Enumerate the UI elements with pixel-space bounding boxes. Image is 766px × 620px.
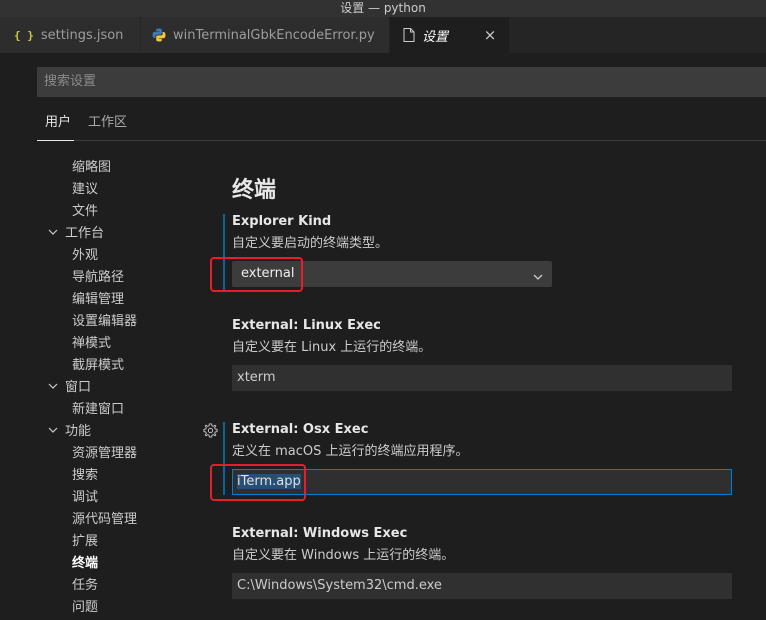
- toc-label: 外观: [72, 248, 99, 263]
- setting-description: 自定义要在 Linux 上运行的终端。: [232, 340, 432, 355]
- toc-item[interactable]: 截屏模式: [72, 357, 124, 375]
- toc-label: 设置编辑器: [72, 314, 138, 329]
- section-title: 终端: [232, 178, 277, 203]
- toc-label: 截屏模式: [72, 358, 125, 373]
- toc-item[interactable]: 新建窗口: [72, 401, 124, 419]
- toc-item[interactable]: 扩展: [72, 533, 98, 551]
- highlight-box-explorer-kind: [210, 257, 303, 292]
- setting-description: 定义在 macOS 上运行的终端应用程序。: [232, 444, 469, 459]
- setting-title: Explorer Kind: [232, 213, 732, 231]
- setting-name: Windows Exec: [302, 526, 408, 541]
- chevron-down-icon: [532, 267, 544, 293]
- tab-label: 设置: [422, 29, 449, 45]
- toc-item[interactable]: 编辑管理: [72, 291, 124, 309]
- toc-label: 文件: [72, 204, 99, 219]
- setting-description: 自定义要在 Windows 上运行的终端。: [232, 548, 455, 563]
- toc-label: 搜索: [72, 468, 99, 483]
- setting-name: Explorer Kind: [232, 214, 332, 229]
- toc-label: 窗口: [65, 380, 92, 395]
- toc-item[interactable]: 外观: [72, 247, 98, 265]
- toc-item[interactable]: 文件: [72, 203, 98, 221]
- setting-description: 自定义要启动的终端类型。: [232, 236, 389, 251]
- editor-tab-bar: { } settings.json winTerminalGbkEncodeEr…: [0, 17, 766, 53]
- toc-item[interactable]: 调试: [72, 489, 98, 507]
- setting-title: External: Linux Exec: [232, 317, 732, 335]
- tab-settings[interactable]: 设置 ×: [390, 17, 510, 53]
- chevron-down-icon: [48, 225, 62, 243]
- setting-title: External: Windows Exec: [232, 525, 732, 543]
- windows-exec-input[interactable]: C:\Windows\System32\cmd.exe: [232, 573, 732, 599]
- setting-windows-exec: External: Windows Exec 自定义要在 Windows 上运行…: [232, 525, 732, 565]
- python-icon: [152, 28, 166, 42]
- setting-linux-exec: External: Linux Exec 自定义要在 Linux 上运行的终端。: [232, 317, 732, 357]
- toc-item[interactable]: 缩略图: [72, 159, 111, 177]
- tab-workspace[interactable]: 工作区: [88, 108, 127, 141]
- toc-item[interactable]: 资源管理器: [72, 445, 137, 463]
- toc-label: 禅模式: [72, 336, 112, 351]
- toc-label: 源代码管理: [72, 512, 138, 527]
- toc-item[interactable]: 搜索: [72, 467, 98, 485]
- setting-category: External:: [232, 422, 303, 437]
- toc-label: 导航路径: [72, 270, 125, 285]
- toc-item[interactable]: 任务: [72, 577, 98, 595]
- toc-item[interactable]: 导航路径: [72, 269, 124, 287]
- setting-name: Osx Exec: [302, 422, 369, 437]
- toc-item[interactable]: 源代码管理: [72, 511, 137, 529]
- toc-label: 调试: [72, 490, 99, 505]
- setting-category: External:: [232, 318, 303, 333]
- chevron-down-icon: [48, 379, 62, 397]
- json-icon: { }: [14, 28, 34, 42]
- gear-icon[interactable]: [203, 423, 218, 438]
- setting-osx-exec: External: Osx Exec 定义在 macOS 上运行的终端应用程序。: [232, 421, 732, 461]
- toc-item-active[interactable]: 终端: [72, 555, 98, 573]
- toc-label: 新建窗口: [72, 402, 125, 417]
- toc-label: 资源管理器: [72, 446, 138, 461]
- tab-label: winTerminalGbkEncodeError.py: [173, 27, 375, 43]
- toc-item[interactable]: 功能: [48, 423, 91, 441]
- window-title: 设置 — python: [0, 0, 766, 17]
- toc-item[interactable]: 问题: [72, 599, 98, 617]
- tab-python-file[interactable]: winTerminalGbkEncodeError.py: [141, 17, 390, 53]
- toc-item[interactable]: 工作台: [48, 225, 104, 243]
- toc-label: 建议: [72, 182, 99, 197]
- setting-explorer-kind: Explorer Kind 自定义要启动的终端类型。: [232, 213, 732, 253]
- setting-name: Linux Exec: [302, 318, 381, 333]
- linux-exec-input[interactable]: xterm: [232, 365, 732, 391]
- toc-label: 任务: [72, 578, 99, 593]
- osx-exec-input[interactable]: iTerm.app: [232, 469, 732, 495]
- tab-user[interactable]: 用户: [37, 108, 74, 141]
- settings-scope-tabs: 用户 工作区: [37, 108, 766, 141]
- close-icon[interactable]: ×: [481, 26, 499, 44]
- setting-title: External: Osx Exec: [232, 421, 732, 439]
- toc-label: 终端: [72, 556, 99, 571]
- toc-label: 功能: [65, 424, 92, 439]
- toc-label: 扩展: [72, 534, 99, 549]
- toc-label: 缩略图: [72, 160, 112, 175]
- settings-search-input[interactable]: 搜索设置: [37, 67, 766, 97]
- toc-item[interactable]: 禅模式: [72, 335, 111, 353]
- tab-settings-json[interactable]: { } settings.json: [0, 17, 141, 53]
- setting-category: External:: [232, 526, 303, 541]
- chevron-down-icon: [48, 423, 62, 441]
- toc-item[interactable]: 建议: [72, 181, 98, 199]
- highlight-box-osx-exec: [210, 464, 306, 501]
- toc-item[interactable]: 窗口: [48, 379, 91, 397]
- toc-label: 编辑管理: [72, 292, 125, 307]
- settings-toc: 缩略图 建议 文件 工作台 外观 导航路径 编辑管理 设置编辑器 禅模式 截屏模…: [0, 156, 200, 620]
- toc-label: 问题: [72, 600, 99, 615]
- toc-label: 工作台: [65, 226, 105, 241]
- file-icon: [403, 28, 415, 42]
- toc-item[interactable]: 设置编辑器: [72, 313, 137, 331]
- tab-label: settings.json: [40, 27, 124, 43]
